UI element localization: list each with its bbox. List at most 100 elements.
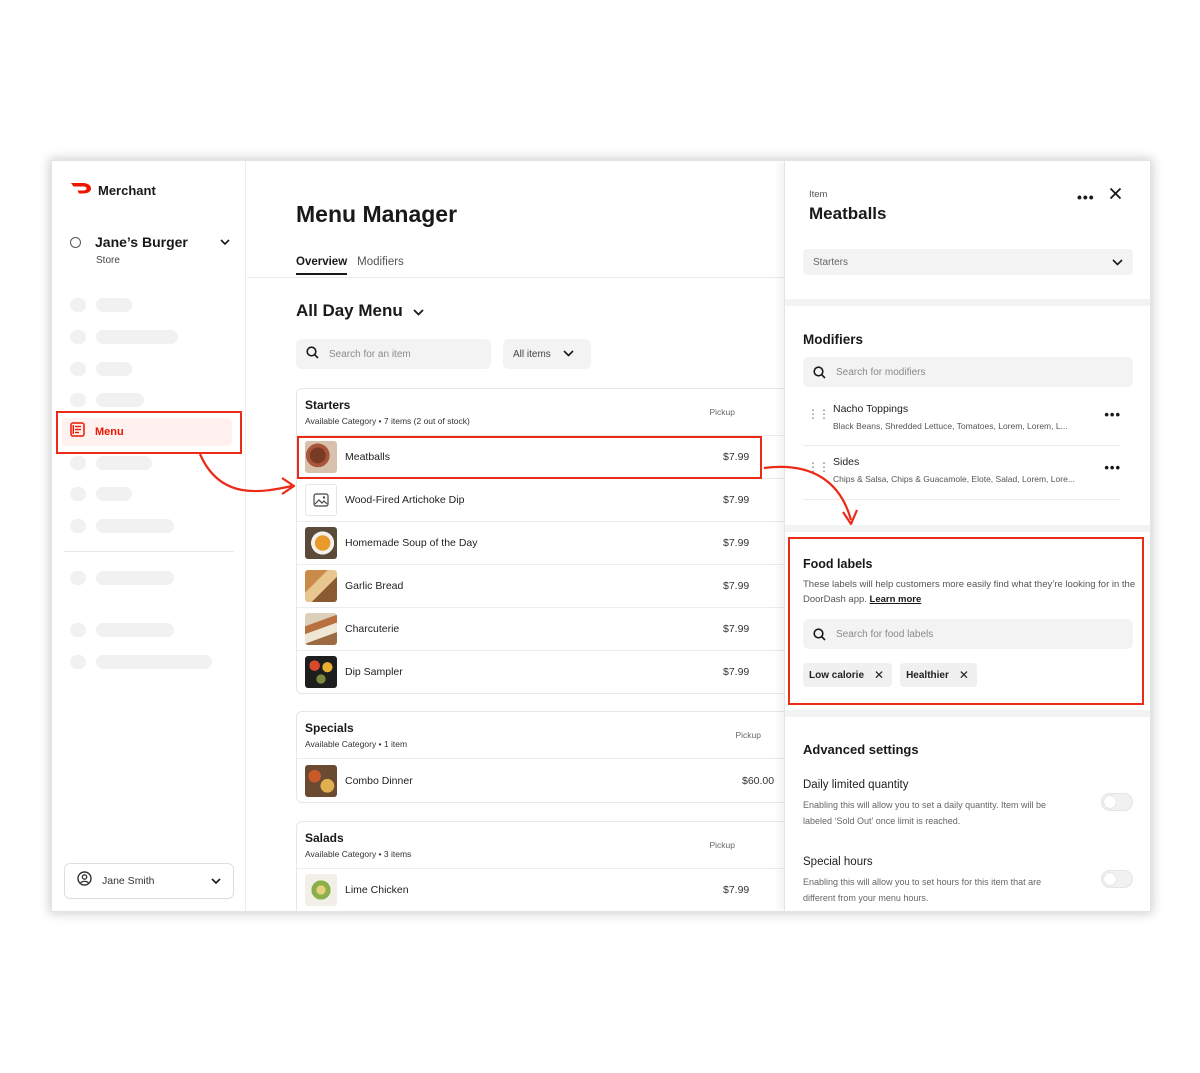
chevron-down-icon [563,349,574,360]
modifier-name: Nacho Toppings [833,403,909,415]
menu-item-row[interactable]: Wood-Fired Artichoke Dip $7.99 [297,478,795,521]
item-price: $7.99 [723,666,750,678]
item-price: $7.99 [723,623,750,635]
setting-name: Special hours [803,856,873,868]
tab-overview[interactable]: Overview [296,256,348,275]
doordash-logo-icon [70,181,92,199]
item-thumbnail [305,656,337,688]
image-placeholder-icon [313,493,329,507]
chevron-down-icon [211,872,221,890]
search-icon [306,346,319,362]
category-header[interactable]: Salads Available Category • 3 items Pick… [297,822,795,868]
item-name: Combo Dinner [345,774,413,787]
nav-placeholder [70,456,152,470]
items-filter-dropdown[interactable]: All items [503,339,591,369]
item-thumbnail [305,570,337,602]
modifier-name: Sides [833,456,860,468]
row-divider [803,445,1121,446]
more-options-icon[interactable]: ••• [1077,189,1095,205]
item-search-input[interactable]: Search for an item [296,339,491,369]
setting-desc: Enabling this will allow you to set a da… [803,800,1046,826]
nav-placeholder [70,298,132,312]
menu-item-row[interactable]: Lime Chicken $7.99 [297,868,795,911]
category-subtitle: Available Category • 7 items (2 out of s… [305,416,470,426]
item-thumbnail [305,484,337,516]
setting-desc: Enabling this will allow you to set hour… [803,877,1042,903]
advanced-settings-title: Advanced settings [803,742,919,757]
modifiers-title: Modifiers [803,332,864,347]
close-icon[interactable] [1109,183,1122,206]
category-name: Specials [305,721,354,735]
category-header[interactable]: Specials Available Category • 1 item Pic… [297,712,795,758]
brand-name: Merchant [98,182,156,198]
modifier-row[interactable]: ⋮⋮ Sides Chips & Salsa, Chips & Guacamol… [803,450,1121,502]
nav-placeholder [70,393,144,407]
chevron-down-icon [1112,258,1123,266]
section-divider [785,525,1150,532]
special-hours-toggle[interactable] [1101,870,1133,888]
item-thumbnail [305,613,337,645]
user-avatar-icon [77,871,92,891]
category-select[interactable]: Starters [803,249,1133,275]
page-title: Menu Manager [296,201,458,227]
category-select-value: Starters [813,256,849,268]
sidebar-divider [64,551,234,552]
menu-name: All Day Menu [296,301,403,320]
menu-item-row[interactable]: Combo Dinner $60.00 [297,758,795,802]
store-type: Store [96,255,120,266]
daily-limit-toggle[interactable] [1101,793,1133,811]
item-thumbnail [305,527,337,559]
merchant-app-window: Merchant Jane’s Burger Store Menu Jane S… [52,161,1150,911]
item-price: $60.00 [742,774,775,787]
item-price: $7.99 [723,580,750,592]
category-subtitle: Available Category • 3 items [305,849,412,859]
search-placeholder: Search for an item [329,348,411,360]
nav-placeholder [70,519,174,533]
panel-kicker: Item [809,189,828,200]
category-header[interactable]: Starters Available Category • 7 items (2… [297,389,795,435]
menu-item-row[interactable]: Garlic Bread $7.99 [297,564,795,607]
more-options-icon[interactable]: ••• [1104,460,1121,475]
pickup-label: Pickup [709,407,735,417]
menu-selector[interactable]: All Day Menu [296,301,424,321]
panel-title: Meatballs [809,204,887,223]
tabs-divider [247,277,784,278]
more-options-icon[interactable]: ••• [1104,407,1121,422]
highlight-menu-nav [56,411,242,454]
store-switcher[interactable]: Jane’s Burger Store [70,233,230,266]
item-price: $7.99 [723,494,750,506]
store-radio-icon [70,236,81,248]
modifier-row[interactable]: ⋮⋮ Nacho Toppings Black Beans, Shredded … [803,397,1121,449]
modifier-search-input[interactable]: Search for modifiers [803,357,1133,387]
menu-item-row[interactable]: Charcuterie $7.99 [297,607,795,650]
category-subtitle: Available Category • 1 item [305,739,408,749]
store-name: Jane’s Burger [95,234,188,250]
filter-label: All items [513,348,551,360]
item-price: $7.99 [723,537,750,549]
nav-placeholder [70,362,132,376]
modifier-desc: Chips & Salsa, Chips & Guacamole, Elote,… [833,474,1075,484]
item-price: $7.99 [723,884,750,896]
item-detail-panel: Item Meatballs ••• Starters Modifiers Se… [784,161,1150,911]
menu-item-row[interactable]: Dip Sampler $7.99 [297,650,795,693]
nav-placeholder [70,330,178,344]
highlight-meatballs-row [297,436,762,479]
drag-handle-icon[interactable]: ⋮⋮ [807,461,830,473]
item-thumbnail [305,764,337,797]
category-starters: Starters Available Category • 7 items (2… [296,388,796,694]
drag-handle-icon[interactable]: ⋮⋮ [807,408,830,420]
tab-bar: Overview Modifiers [296,256,404,275]
section-divider [785,299,1150,306]
nav-placeholder [70,487,132,501]
highlight-food-labels [788,537,1144,705]
modifier-desc: Black Beans, Shredded Lettuce, Tomatoes,… [833,421,1068,431]
nav-placeholder [70,571,174,585]
menu-manager: Menu Manager Overview Modifiers All Day … [247,161,796,911]
brand[interactable]: Merchant [70,181,156,199]
user-menu[interactable]: Jane Smith [64,863,234,899]
menu-item-row[interactable]: Homemade Soup of the Day $7.99 [297,521,795,564]
category-salads: Salads Available Category • 3 items Pick… [296,821,796,911]
pickup-label: Pickup [709,840,735,850]
search-icon [813,365,826,379]
tab-modifiers[interactable]: Modifiers [357,256,404,275]
